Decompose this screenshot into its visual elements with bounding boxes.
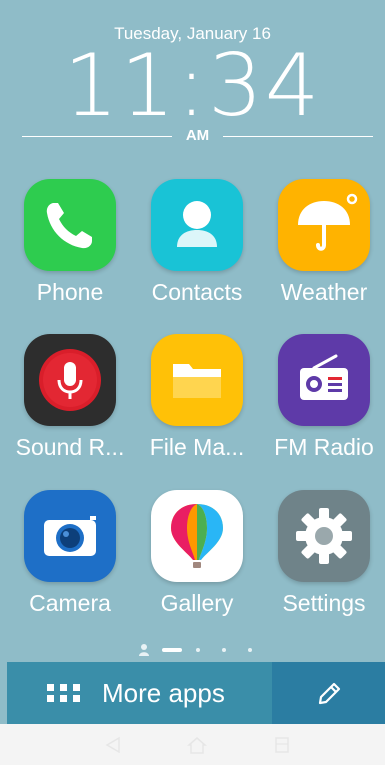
microphone-icon bbox=[24, 334, 116, 426]
app-file-manager[interactable]: File Ma... bbox=[137, 334, 257, 461]
home-screen: Tuesday, January 16 11:34 AM Phone Conta… bbox=[0, 0, 385, 765]
app-label: FM Radio bbox=[274, 434, 374, 460]
ampm-divider: AM bbox=[22, 126, 373, 148]
folder-icon bbox=[151, 334, 243, 426]
page-dot bbox=[222, 648, 226, 652]
page-indicator[interactable] bbox=[0, 644, 385, 656]
home-page-person-icon bbox=[139, 644, 149, 656]
app-label: Settings bbox=[282, 590, 366, 616]
settings-gear-icon bbox=[278, 490, 370, 582]
gallery-balloon-icon bbox=[151, 490, 243, 582]
ampm-label: AM bbox=[185, 127, 210, 144]
app-sound-recorder[interactable]: Sound R... bbox=[10, 334, 130, 461]
app-label: File Ma... bbox=[149, 434, 245, 460]
divider-line bbox=[22, 136, 172, 137]
app-fm-radio[interactable]: FM Radio bbox=[264, 334, 384, 461]
app-label: Contacts bbox=[151, 279, 243, 305]
divider-line bbox=[223, 136, 373, 137]
dock-bar: More apps bbox=[7, 662, 385, 724]
app-label: Gallery bbox=[160, 590, 234, 616]
app-label: Weather bbox=[280, 279, 368, 305]
app-settings[interactable]: Settings bbox=[264, 490, 384, 617]
more-apps-label: More apps bbox=[102, 678, 225, 708]
app-label: Phone bbox=[36, 279, 104, 305]
app-gallery[interactable]: Gallery bbox=[137, 490, 257, 617]
recents-icon[interactable] bbox=[274, 736, 290, 754]
app-contacts[interactable]: Contacts bbox=[137, 179, 257, 306]
radio-icon bbox=[278, 334, 370, 426]
contacts-icon bbox=[151, 179, 243, 271]
phone-icon bbox=[24, 179, 116, 271]
pencil-icon bbox=[318, 682, 341, 705]
home-icon[interactable] bbox=[187, 736, 207, 754]
camera-icon bbox=[24, 490, 116, 582]
app-weather[interactable]: Weather bbox=[264, 179, 384, 306]
page-dot bbox=[196, 648, 200, 652]
edit-button[interactable] bbox=[272, 662, 385, 724]
back-icon[interactable] bbox=[104, 736, 122, 754]
more-apps-button[interactable]: More apps bbox=[7, 662, 272, 724]
app-camera[interactable]: Camera bbox=[10, 490, 130, 617]
clock-time[interactable]: 11:34 bbox=[0, 40, 385, 132]
page-dot-active bbox=[162, 648, 182, 652]
weather-icon bbox=[278, 179, 370, 271]
page-dot bbox=[248, 648, 252, 652]
grid-icon bbox=[47, 684, 81, 702]
app-label: Sound R... bbox=[15, 434, 125, 460]
app-phone[interactable]: Phone bbox=[10, 179, 130, 306]
navigation-bar bbox=[0, 724, 385, 765]
app-label: Camera bbox=[29, 590, 111, 616]
